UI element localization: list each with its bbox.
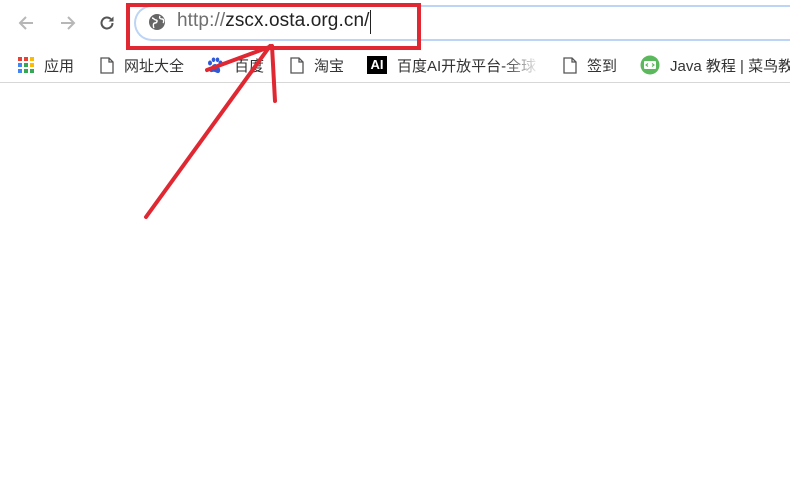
bookmark-label: Java 教程 | 菜鸟教 — [670, 57, 790, 75]
bookmark-label: 应用 — [44, 57, 75, 75]
forward-button[interactable] — [54, 10, 80, 36]
browser-toolbar: http://zscx.osta.org.cn/ — [0, 0, 790, 48]
baidu-ai-icon: AI — [367, 56, 387, 74]
bookmarks-bar: 应用 网址大全 百度 淘宝 AI 百度AI开放平台-全球 签到 Java 教程 … — [0, 48, 790, 83]
reload-button[interactable] — [94, 10, 120, 36]
url-host: zscx.osta.org.cn/ — [225, 10, 370, 31]
runoob-icon — [640, 55, 660, 75]
bookmark-taobao[interactable]: 淘宝 — [290, 48, 344, 82]
text-caret — [370, 10, 371, 34]
bookmark-label: 百度 — [234, 57, 265, 75]
bookmark-apps[interactable]: 应用 — [18, 48, 74, 82]
bookmark-label: 网址大全 — [124, 57, 185, 75]
bookmark-label: 签到 — [587, 57, 618, 75]
page-icon — [563, 56, 577, 74]
arrow-left-icon — [18, 16, 33, 30]
bookmark-label: 淘宝 — [314, 57, 345, 75]
page-icon — [100, 56, 114, 74]
page-icon — [290, 56, 304, 74]
arrow-right-icon — [61, 16, 76, 30]
bookmark-runoob-java[interactable]: Java 教程 | 菜鸟教 — [640, 48, 790, 82]
apps-grid-icon — [18, 57, 34, 73]
reload-icon — [100, 16, 114, 30]
globe-icon — [149, 14, 165, 30]
bookmark-qiandao[interactable]: 签到 — [563, 48, 617, 82]
baidu-paw-icon — [206, 57, 224, 74]
url-scheme: http:// — [177, 10, 226, 31]
url-field[interactable]: http://zscx.osta.org.cn/ — [177, 10, 370, 32]
bookmark-wangzhi-daquan[interactable]: 网址大全 — [100, 48, 184, 82]
label-fade — [504, 48, 540, 82]
back-button[interactable] — [14, 10, 40, 36]
bookmark-baidu[interactable]: 百度 — [206, 48, 264, 82]
